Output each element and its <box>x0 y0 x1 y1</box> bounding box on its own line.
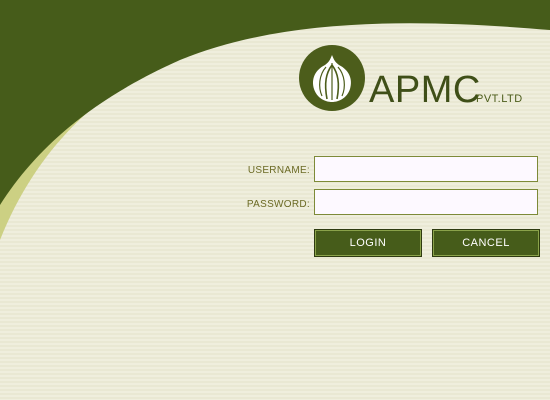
password-input[interactable] <box>314 189 538 215</box>
brand-name: APMC <box>369 69 481 111</box>
username-label: USERNAME: <box>247 165 310 176</box>
cancel-button[interactable]: CANCEL <box>432 229 540 257</box>
username-input[interactable] <box>314 156 538 182</box>
login-screen: APMC PVT.LTD USERNAME: PASSWORD: LOGIN C… <box>0 0 550 400</box>
onion-icon <box>313 55 351 102</box>
brand-suffix: PVT.LTD <box>476 93 523 105</box>
password-label: PASSWORD: <box>246 199 310 210</box>
login-button[interactable]: LOGIN <box>314 229 422 257</box>
logo-badge <box>299 45 365 111</box>
